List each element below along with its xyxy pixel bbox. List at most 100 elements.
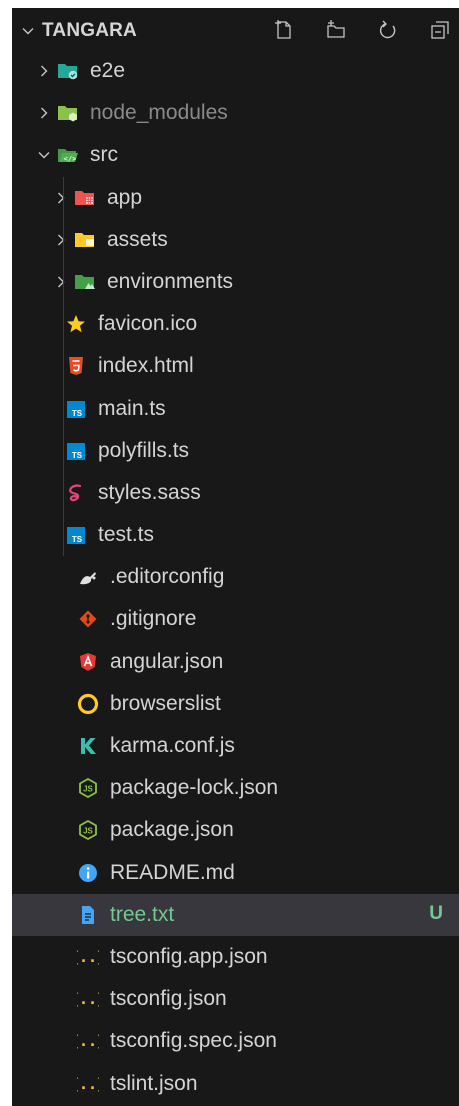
star-icon <box>67 315 85 333</box>
indent-guide <box>63 176 64 557</box>
item-label: .gitignore <box>110 607 197 631</box>
json-braces-icon: {..} <box>77 1032 99 1050</box>
folder-app-icon <box>75 190 94 205</box>
folder-environments-icon <box>75 274 95 289</box>
item-label: src <box>90 143 118 167</box>
item-label: test.ts <box>98 523 155 547</box>
typescript-icon: TS <box>67 400 85 418</box>
refresh-icon[interactable] <box>377 19 399 41</box>
item-label: styles.sass <box>98 480 201 504</box>
chevron-right-icon[interactable] <box>38 107 50 119</box>
chevron-down-icon[interactable] <box>22 25 34 37</box>
browserslist-icon <box>77 693 99 714</box>
item-label: README.md <box>110 860 235 884</box>
item-label: angular.json <box>110 649 224 673</box>
folder-e2e-icon <box>58 64 78 80</box>
nodejs-icon: JS <box>79 820 97 841</box>
item-label: node_modules <box>90 101 228 125</box>
svg-text:TS: TS <box>72 409 83 418</box>
svg-text:{..}: {..} <box>77 948 99 966</box>
folder-item[interactable]: environments <box>12 261 459 303</box>
file-item[interactable]: tree.txt U <box>12 893 459 936</box>
svg-text:{..}: {..} <box>77 990 99 1008</box>
explorer-title: TANGARA <box>42 20 137 41</box>
editorconfig-icon <box>80 572 96 585</box>
new-file-icon[interactable] <box>273 19 295 41</box>
file-item[interactable]: browserslist <box>12 683 459 725</box>
item-label: tslint.json <box>110 1071 198 1095</box>
file-item[interactable]: {..} tsconfig.json <box>12 978 459 1020</box>
typescript-icon: TS <box>67 527 85 545</box>
chevron-right-icon[interactable] <box>55 276 67 288</box>
file-item[interactable]: angular.json <box>12 641 459 683</box>
folder-src-open-icon: </> <box>58 149 78 163</box>
file-item[interactable]: JS package.json <box>12 809 459 851</box>
item-label: tsconfig.json <box>110 987 227 1011</box>
file-item[interactable]: .editorconfig <box>12 556 459 598</box>
item-label: assets <box>107 227 168 251</box>
git-status-badge: U <box>429 902 443 924</box>
item-label: browserslist <box>110 691 221 715</box>
info-icon <box>79 863 97 882</box>
file-item[interactable]: {..} tsconfig.app.json <box>12 936 459 978</box>
json-braces-icon: {..} <box>77 948 99 966</box>
chevron-right-icon[interactable] <box>38 65 50 77</box>
file-item[interactable]: TS polyfills.ts <box>12 430 459 472</box>
file-item[interactable]: README.md <box>12 852 459 894</box>
folder-assets-icon <box>75 232 94 247</box>
chevron-down-icon[interactable] <box>38 149 50 161</box>
svg-text:TS: TS <box>72 451 83 460</box>
folder-item[interactable]: node_modules <box>12 92 459 134</box>
svg-text:JS: JS <box>83 785 93 794</box>
explorer-panel: TANGARA e2e node_modules </> src app assets <box>12 8 459 1106</box>
file-item[interactable]: TS main.ts <box>12 388 459 430</box>
svg-text:{..}: {..} <box>77 1075 99 1093</box>
item-label: index.html <box>98 354 194 378</box>
svg-text:JS: JS <box>83 827 93 836</box>
file-item[interactable]: TS test.ts <box>12 514 459 556</box>
file-item[interactable]: favicon.ico <box>12 303 459 345</box>
file-item[interactable]: .gitignore <box>12 598 459 640</box>
item-label: package-lock.json <box>110 776 279 800</box>
git-icon <box>79 610 97 628</box>
item-label: karma.conf.js <box>110 734 235 757</box>
explorer-header[interactable]: TANGARA <box>12 8 459 52</box>
item-label: polyfills.ts <box>98 438 190 462</box>
file-tree: e2e node_modules </> src app assets environmen… <box>12 50 459 1105</box>
new-folder-icon[interactable] <box>325 19 347 41</box>
item-label: tsconfig.spec.json <box>110 1029 277 1053</box>
text-file-icon <box>82 905 94 924</box>
svg-text:</>: </> <box>64 155 77 163</box>
svg-text:TS: TS <box>72 535 83 544</box>
typescript-icon: TS <box>67 442 85 460</box>
folder-item[interactable]: </> src <box>12 134 459 176</box>
file-item[interactable]: {..} tsconfig.spec.json <box>12 1020 459 1062</box>
sass-icon <box>69 484 82 502</box>
folder-item[interactable]: assets <box>12 219 459 261</box>
svg-text:{..}: {..} <box>77 1032 99 1050</box>
folder-item[interactable]: e2e <box>12 50 459 92</box>
item-label: .editorconfig <box>110 565 225 589</box>
json-braces-icon: {..} <box>77 1075 99 1093</box>
file-item[interactable]: karma.conf.js <box>12 725 459 767</box>
file-item[interactable]: JS package-lock.json <box>12 767 459 809</box>
item-label: package.json <box>110 818 234 842</box>
item-label: tree.txt <box>110 902 175 926</box>
collapse-all-icon[interactable] <box>429 19 451 41</box>
item-label: main.ts <box>98 396 166 420</box>
nodejs-icon: JS <box>79 778 97 799</box>
html5-icon <box>69 357 83 376</box>
file-item[interactable]: {..} tslint.json <box>12 1063 459 1105</box>
item-label: e2e <box>90 59 126 82</box>
json-braces-icon: {..} <box>77 990 99 1008</box>
chevron-right-icon[interactable] <box>55 234 67 246</box>
file-item[interactable]: styles.sass <box>12 472 459 514</box>
angular-icon <box>80 652 96 671</box>
item-label: tsconfig.app.json <box>110 944 268 968</box>
item-label: environments <box>107 269 234 293</box>
folder-item[interactable]: app <box>12 177 459 219</box>
item-label: favicon.ico <box>98 312 198 336</box>
chevron-right-icon[interactable] <box>55 192 67 204</box>
file-item[interactable]: index.html <box>12 345 459 387</box>
folder-node-icon <box>58 106 77 122</box>
